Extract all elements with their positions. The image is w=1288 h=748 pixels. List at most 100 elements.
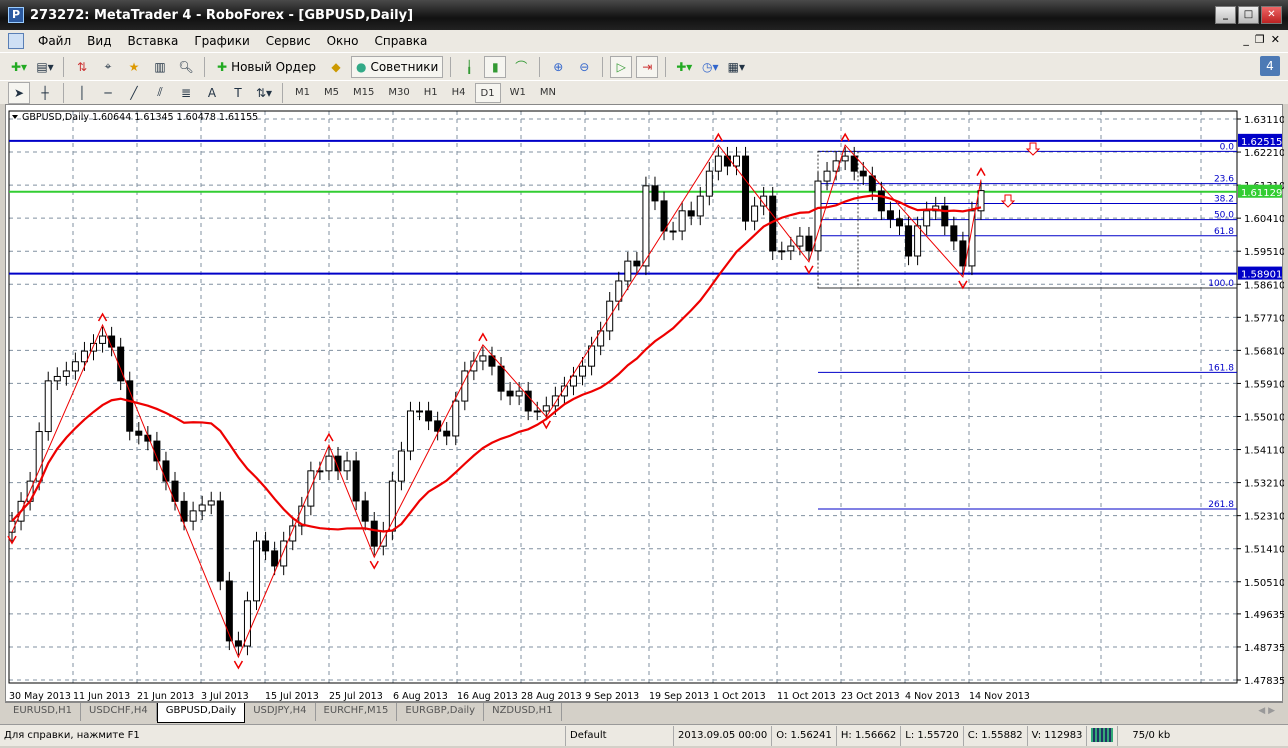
cursor-icon[interactable]: ➤ xyxy=(8,81,30,104)
metaeditor-icon[interactable]: ◆ xyxy=(325,56,347,78)
chat-icon[interactable]: 4 xyxy=(1260,56,1280,76)
experts-button[interactable]: ● Советники xyxy=(350,55,444,78)
bull-candle-body xyxy=(669,230,677,233)
market-watch-icon[interactable]: ⇅ xyxy=(71,56,93,78)
candle xyxy=(977,181,985,220)
bull-candle-body xyxy=(796,235,804,247)
crosshair-icon[interactable]: ┼ xyxy=(34,82,56,104)
templates-icon[interactable]: ▦▾ xyxy=(725,56,747,78)
bull-candle-body xyxy=(452,400,460,437)
menu-charts[interactable]: Графики xyxy=(186,34,257,48)
line-chart-icon[interactable]: ⌒ xyxy=(510,56,532,78)
candle xyxy=(216,491,224,591)
bear-candle-body xyxy=(950,225,958,242)
fib-level-label: 161.8 xyxy=(1208,363,1234,373)
tf-h4[interactable]: H4 xyxy=(447,83,471,103)
crosshair-data-icon[interactable]: ⌖ xyxy=(97,56,119,78)
fractal-up-icon xyxy=(976,167,986,176)
mdi-restore-button[interactable]: ❐ xyxy=(1255,33,1265,46)
chart-shift-icon[interactable]: ⇥ xyxy=(636,55,659,78)
tf-m5[interactable]: M5 xyxy=(319,83,344,103)
mdi-close-button[interactable]: ✕ xyxy=(1271,33,1280,46)
minimize-button[interactable]: _ xyxy=(1215,6,1236,24)
zoom-in-icon[interactable]: ⊕ xyxy=(547,56,569,78)
menu-window[interactable]: Окно xyxy=(319,34,367,48)
candle xyxy=(62,361,70,386)
candle xyxy=(171,471,179,511)
bull-candle-body xyxy=(642,185,650,267)
bull-candle-body xyxy=(551,395,559,407)
menu-view[interactable]: Вид xyxy=(79,34,119,48)
tf-m1[interactable]: M1 xyxy=(290,83,315,103)
candle xyxy=(742,146,750,231)
candle xyxy=(823,161,831,191)
candle xyxy=(886,201,894,229)
status-open: O: 1.56241 xyxy=(772,725,837,746)
date-axis-label: 3 Jul 2013 xyxy=(201,691,249,702)
menu-bar: Файл Вид Вставка Графики Сервис Окно Спр… xyxy=(0,30,1288,52)
tab-scroll-arrows[interactable]: ◀ ▶ xyxy=(1258,706,1275,716)
tf-h1[interactable]: H1 xyxy=(419,83,443,103)
tf-mn[interactable]: MN xyxy=(535,83,561,103)
chart-window[interactable]: 1.631101.622101.613101.604101.595101.586… xyxy=(5,104,1284,703)
tf-m30[interactable]: M30 xyxy=(383,83,414,103)
horizontal-line-icon[interactable]: ─ xyxy=(97,82,119,104)
tester-icon[interactable]: 🔍︎ xyxy=(175,56,197,78)
candle xyxy=(44,371,52,441)
price-axis-label: 1.63110 xyxy=(1244,115,1284,126)
price-axis-label: 1.59510 xyxy=(1244,247,1284,258)
tab-usdchf-h4[interactable]: USDCHF,H4 xyxy=(81,703,157,721)
tf-m15[interactable]: M15 xyxy=(348,83,379,103)
tab-eurchf-m15[interactable]: EURCHF,M15 xyxy=(316,703,398,721)
bear-candle-body xyxy=(805,235,813,252)
candle xyxy=(660,191,668,241)
tab-usdjpy-h4[interactable]: USDJPY,H4 xyxy=(245,703,316,721)
candlestick-icon[interactable]: ▮ xyxy=(484,55,507,78)
close-button[interactable]: ✕ xyxy=(1261,6,1282,24)
vertical-line-icon[interactable]: │ xyxy=(71,82,93,104)
date-axis-label: 14 Nov 2013 xyxy=(969,691,1030,702)
menu-tools[interactable]: Сервис xyxy=(258,34,319,48)
bull-candle-body xyxy=(542,405,550,412)
price-axis-label: 1.58610 xyxy=(1244,280,1284,291)
tab-eurusd-h1[interactable]: EURUSD,H1 xyxy=(5,703,82,721)
chart-doc-icon[interactable] xyxy=(8,33,24,49)
tf-w1[interactable]: W1 xyxy=(505,83,531,103)
fractal-up-icon xyxy=(97,312,108,322)
menu-insert[interactable]: Вставка xyxy=(119,34,186,48)
candle xyxy=(271,541,279,576)
candle xyxy=(126,371,134,441)
terminal-icon[interactable]: ▥ xyxy=(149,56,171,78)
candle xyxy=(778,241,786,261)
zoom-out-icon[interactable]: ⊖ xyxy=(573,56,595,78)
autoscroll-icon[interactable]: ▷ xyxy=(610,55,633,78)
trendline-icon[interactable]: ╱ xyxy=(123,82,145,104)
text-icon[interactable]: A xyxy=(201,82,223,104)
new-order-button[interactable]: ✚ Новый Ордер xyxy=(212,56,321,78)
navigator-icon[interactable]: ★ xyxy=(123,56,145,78)
menu-help[interactable]: Справка xyxy=(367,34,436,48)
arrows-icon[interactable]: ⇅▾ xyxy=(253,82,275,104)
new-chart-icon[interactable]: ✚▾ xyxy=(8,56,30,78)
price-chart[interactable]: 1.631101.622101.613101.604101.595101.586… xyxy=(6,105,1284,703)
text-label-icon[interactable]: T xyxy=(227,82,249,104)
equidistant-channel-icon[interactable]: ⫽ xyxy=(149,82,171,104)
profiles-icon[interactable]: ▤▾ xyxy=(34,56,56,78)
menu-file[interactable]: Файл xyxy=(30,34,79,48)
date-axis-label: 28 Aug 2013 xyxy=(521,691,582,702)
indicators-icon[interactable]: ✚▾ xyxy=(673,56,695,78)
bear-candle-body xyxy=(425,410,433,422)
tab-nzdusd-h1[interactable]: NZDUSD,H1 xyxy=(484,703,562,721)
periods-icon[interactable]: ◷▾ xyxy=(699,56,721,78)
tab-eurgbp-daily[interactable]: EURGBP,Daily xyxy=(397,703,485,721)
fibonacci-icon[interactable]: ≣ xyxy=(175,82,197,104)
tab-gbpusd-daily[interactable]: GBPUSD,Daily xyxy=(156,703,246,723)
maximize-button[interactable]: □ xyxy=(1238,6,1259,24)
candle xyxy=(923,201,931,236)
bar-chart-icon[interactable]: ╽ xyxy=(458,56,480,78)
mdi-minimize-button[interactable]: _ xyxy=(1243,33,1249,46)
bull-candle-body xyxy=(289,525,297,542)
candle xyxy=(461,361,469,411)
tf-d1[interactable]: D1 xyxy=(474,82,501,103)
price-axis-label: 1.49635 xyxy=(1244,610,1284,621)
